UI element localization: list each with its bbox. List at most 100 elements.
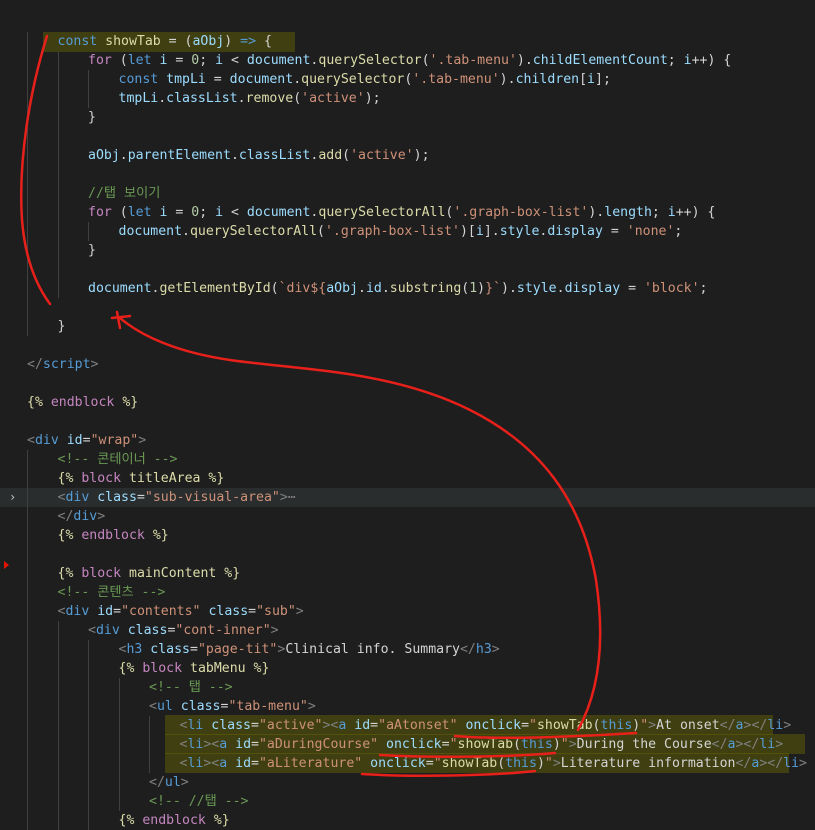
code-token: . bbox=[230, 148, 239, 163]
code-token: > bbox=[97, 509, 106, 524]
code-token: ). bbox=[516, 53, 533, 68]
indent-guide bbox=[149, 735, 150, 754]
indent-guide bbox=[88, 773, 89, 792]
code-line[interactable] bbox=[0, 165, 815, 184]
code-token: i bbox=[667, 205, 676, 220]
code-line[interactable]: aObj.parentElement.classList.add('active… bbox=[0, 146, 815, 165]
code-token: i bbox=[683, 53, 692, 68]
indent-guide bbox=[57, 89, 59, 108]
code-line[interactable]: <li><a id="aLiterature" onclick="showTab… bbox=[0, 754, 815, 773]
code-token: script bbox=[42, 357, 91, 372]
code-token: "sub-visual-area" bbox=[144, 490, 280, 505]
code-line[interactable]: <!-- 콘테이너 --> bbox=[0, 450, 815, 469]
code-line[interactable] bbox=[0, 374, 815, 393]
indent-guide bbox=[27, 298, 28, 317]
code-token: h3 bbox=[126, 642, 143, 657]
code-token: a bbox=[219, 756, 228, 771]
code-token: " bbox=[433, 756, 442, 771]
indent-guide bbox=[27, 716, 28, 735]
code-text: const tmpLi = document.querySelector('.t… bbox=[119, 70, 611, 89]
code-token: %} bbox=[152, 528, 169, 543]
code-line[interactable]: <div id="contents" class="sub"> bbox=[0, 602, 815, 621]
code-token: > bbox=[138, 433, 147, 448]
code-line[interactable] bbox=[0, 260, 815, 279]
code-line[interactable]: <!-- 탭 --> bbox=[0, 678, 815, 697]
code-line[interactable]: {% block mainContent %} bbox=[0, 564, 815, 583]
code-token: li bbox=[783, 756, 800, 771]
code-token: ]; bbox=[595, 72, 611, 87]
code-token: [ bbox=[579, 72, 588, 87]
code-token: . bbox=[556, 281, 565, 296]
code-text: {% endblock %} bbox=[27, 393, 138, 412]
code-line[interactable]: document.querySelectorAll('.graph-box-li… bbox=[0, 222, 815, 241]
indent-guide bbox=[27, 659, 28, 678]
code-line[interactable]: for (let i = 0; i < document.querySelect… bbox=[0, 203, 815, 222]
code-editor[interactable]: const showTab = (aObj) => {for (let i = … bbox=[0, 0, 815, 830]
indent-guide bbox=[57, 811, 59, 830]
indent-guide bbox=[57, 697, 59, 716]
code-token: = bbox=[251, 737, 259, 752]
indent-guide bbox=[149, 716, 150, 735]
code-token: " bbox=[544, 756, 553, 771]
code-token: = bbox=[620, 281, 644, 296]
code-token: ) bbox=[224, 34, 241, 49]
code-line[interactable]: {% endblock %} bbox=[0, 526, 815, 545]
code-text: for (let i = 0; i < document.querySelect… bbox=[88, 203, 715, 222]
code-token: titleArea bbox=[129, 471, 201, 486]
code-text: document.getElementById(`div${aObj.id.su… bbox=[88, 279, 708, 298]
code-line[interactable]: </ul> bbox=[0, 773, 815, 792]
code-line[interactable]: {% block titleArea %} bbox=[0, 469, 815, 488]
indent-guide bbox=[57, 279, 59, 298]
code-line[interactable]: <li><a id="aDuringCourse" onclick="showT… bbox=[0, 735, 815, 754]
code-token: for bbox=[88, 53, 112, 68]
code-line[interactable]: <div class="cont-inner"> bbox=[0, 621, 815, 640]
indent-guide bbox=[57, 70, 59, 89]
code-line[interactable]: <h3 class="page-tit">Clinical info. Summ… bbox=[0, 640, 815, 659]
code-token: parentElement bbox=[127, 148, 231, 163]
code-line[interactable] bbox=[0, 412, 815, 431]
code-token: '.tab-menu' bbox=[412, 72, 500, 87]
code-line[interactable]: const showTab = (aObj) => { bbox=[0, 32, 815, 51]
code-token: > bbox=[552, 756, 561, 771]
code-token: During the Course bbox=[576, 737, 712, 752]
code-token: ; bbox=[699, 281, 708, 296]
code-line[interactable]: </div> bbox=[0, 507, 815, 526]
code-line[interactable]: <ul class="tab-menu"> bbox=[0, 697, 815, 716]
code-line[interactable]: } bbox=[0, 317, 815, 336]
code-token: div bbox=[95, 623, 120, 638]
code-line[interactable]: for (let i = 0; i < document.querySelect… bbox=[0, 51, 815, 70]
indent-guide bbox=[118, 792, 120, 811]
code-token: > bbox=[491, 642, 500, 657]
code-line[interactable]: <li class="active"><a id="aAtonset" oncl… bbox=[0, 716, 815, 735]
code-line[interactable]: } bbox=[0, 241, 815, 260]
code-token: id bbox=[365, 281, 382, 296]
code-line[interactable] bbox=[0, 336, 815, 355]
code-line[interactable]: <!-- //탭 --> bbox=[0, 792, 815, 811]
code-token: aObj bbox=[326, 281, 358, 296]
code-line[interactable]: const tmpLi = document.querySelector('.t… bbox=[0, 70, 815, 89]
code-line[interactable]: </script> bbox=[0, 355, 815, 374]
code-token: </ bbox=[735, 756, 752, 771]
code-line[interactable]: {% block tabMenu %} bbox=[0, 659, 815, 678]
code-token: showTab bbox=[441, 756, 498, 771]
fold-chevron-icon[interactable]: › bbox=[9, 488, 16, 507]
indent-guide bbox=[57, 716, 59, 735]
code-token: Literature information bbox=[560, 756, 736, 771]
code-line[interactable]: document.getElementById(`div${aObj.id.su… bbox=[0, 279, 815, 298]
code-token: "tab-menu" bbox=[228, 699, 308, 714]
code-line[interactable]: {% endblock %} bbox=[0, 393, 815, 412]
code-line[interactable] bbox=[0, 127, 815, 146]
breakpoint-marker-icon[interactable] bbox=[4, 561, 9, 569]
code-line[interactable]: tmpLi.classList.remove('active'); bbox=[0, 89, 815, 108]
code-line[interactable] bbox=[0, 545, 815, 564]
code-line[interactable] bbox=[0, 298, 815, 317]
code-line[interactable]: <!-- 콘텐츠 --> bbox=[0, 583, 815, 602]
code-line[interactable]: //탭 보이기 bbox=[0, 184, 815, 203]
code-line[interactable]: › <div class="sub-visual-area">⋯ bbox=[0, 488, 815, 507]
code-token: > bbox=[279, 490, 288, 505]
indent-guide bbox=[88, 697, 89, 716]
code-line[interactable]: {% endblock %} bbox=[0, 811, 815, 830]
code-line[interactable]: <div id="wrap"> bbox=[0, 431, 815, 450]
code-line[interactable]: } bbox=[0, 108, 815, 127]
